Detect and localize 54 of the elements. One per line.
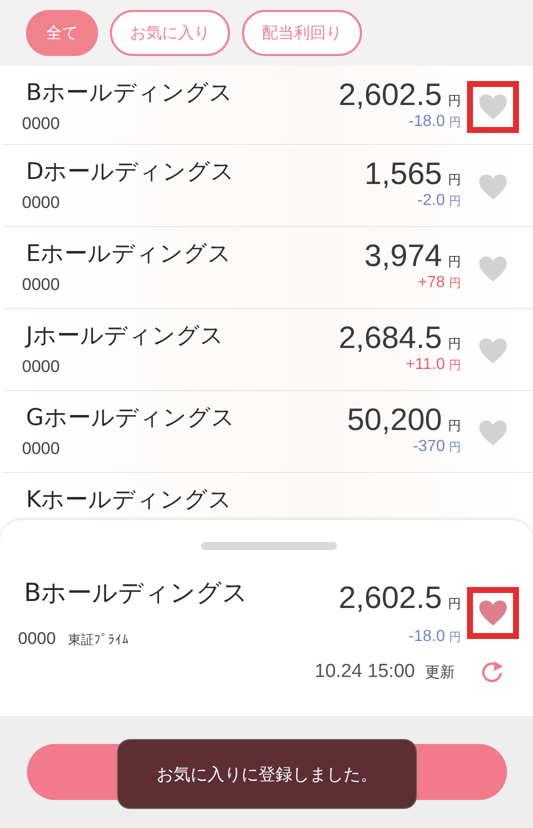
refresh-icon[interactable] <box>479 659 505 685</box>
update-time: 10.24 15:00 <box>314 661 415 683</box>
heart-icon <box>478 173 508 201</box>
update-label: 更新 <box>425 662 455 682</box>
stock-name: Gホールディングス <box>25 404 236 433</box>
heart-icon <box>478 598 508 626</box>
stock-name: Bホールディングス <box>23 577 250 609</box>
message-toast: お気に入りに登録しました。 <box>118 740 416 808</box>
price-change: +78 <box>418 274 445 292</box>
price-change: -18.0 <box>408 113 445 131</box>
heart-icon <box>478 255 508 283</box>
market-label: 東証ﾌﾟﾗｲﾑ <box>68 632 129 649</box>
currency-unit: 円 <box>449 275 461 292</box>
filter-tab[interactable]: 全て <box>26 10 98 56</box>
stock-code: 0000 <box>22 193 61 213</box>
stock-name: Dホールディングス <box>25 158 236 187</box>
stock-name: Eホールディングス <box>25 240 233 269</box>
currency-unit: 円 <box>448 172 461 189</box>
stock-code: 0000 <box>18 629 56 649</box>
price-change: +11.0 <box>406 356 445 374</box>
stock-code: 0000 <box>22 114 61 134</box>
filter-tab[interactable]: お気に入り <box>110 10 230 56</box>
price-change: -370 <box>412 438 445 456</box>
drag-handle[interactable] <box>200 542 336 550</box>
stock-price: 2,684.5 <box>338 320 442 356</box>
stock-code: 0000 <box>22 275 61 295</box>
stock-name: Bホールディングス <box>25 79 234 108</box>
currency-unit: 円 <box>449 439 461 456</box>
currency-unit: 円 <box>448 254 461 271</box>
stock-price: 50,200 <box>347 402 442 438</box>
price-change: -18.0 <box>408 628 445 646</box>
currency-unit: 円 <box>448 418 461 435</box>
currency-unit: 円 <box>448 93 461 110</box>
filter-tab[interactable]: 配当利回り <box>242 10 362 56</box>
stock-price: 2,602.5 <box>338 580 442 616</box>
favorite-button[interactable] <box>467 586 519 638</box>
stock-price: 2,602.5 <box>338 77 442 113</box>
heart-icon <box>478 419 508 447</box>
currency-unit: 円 <box>449 114 461 131</box>
stock-name: Kホールディングス <box>25 486 234 515</box>
currency-unit: 円 <box>449 357 461 374</box>
currency-unit: 円 <box>448 336 461 353</box>
price-change: -2.0 <box>417 192 445 210</box>
currency-unit: 円 <box>449 193 461 210</box>
stock-name: Jホールディングス <box>24 322 225 351</box>
stock-code: 0000 <box>22 439 61 459</box>
currency-unit: 円 <box>449 628 461 646</box>
heart-icon <box>478 337 508 365</box>
stock-price: 1,565 <box>364 156 442 192</box>
currency-unit: 円 <box>448 596 461 612</box>
stock-price: 3,974 <box>364 238 442 274</box>
heart-icon <box>478 92 508 120</box>
favorite-button[interactable] <box>467 80 519 132</box>
stock-code: 0000 <box>22 357 61 377</box>
